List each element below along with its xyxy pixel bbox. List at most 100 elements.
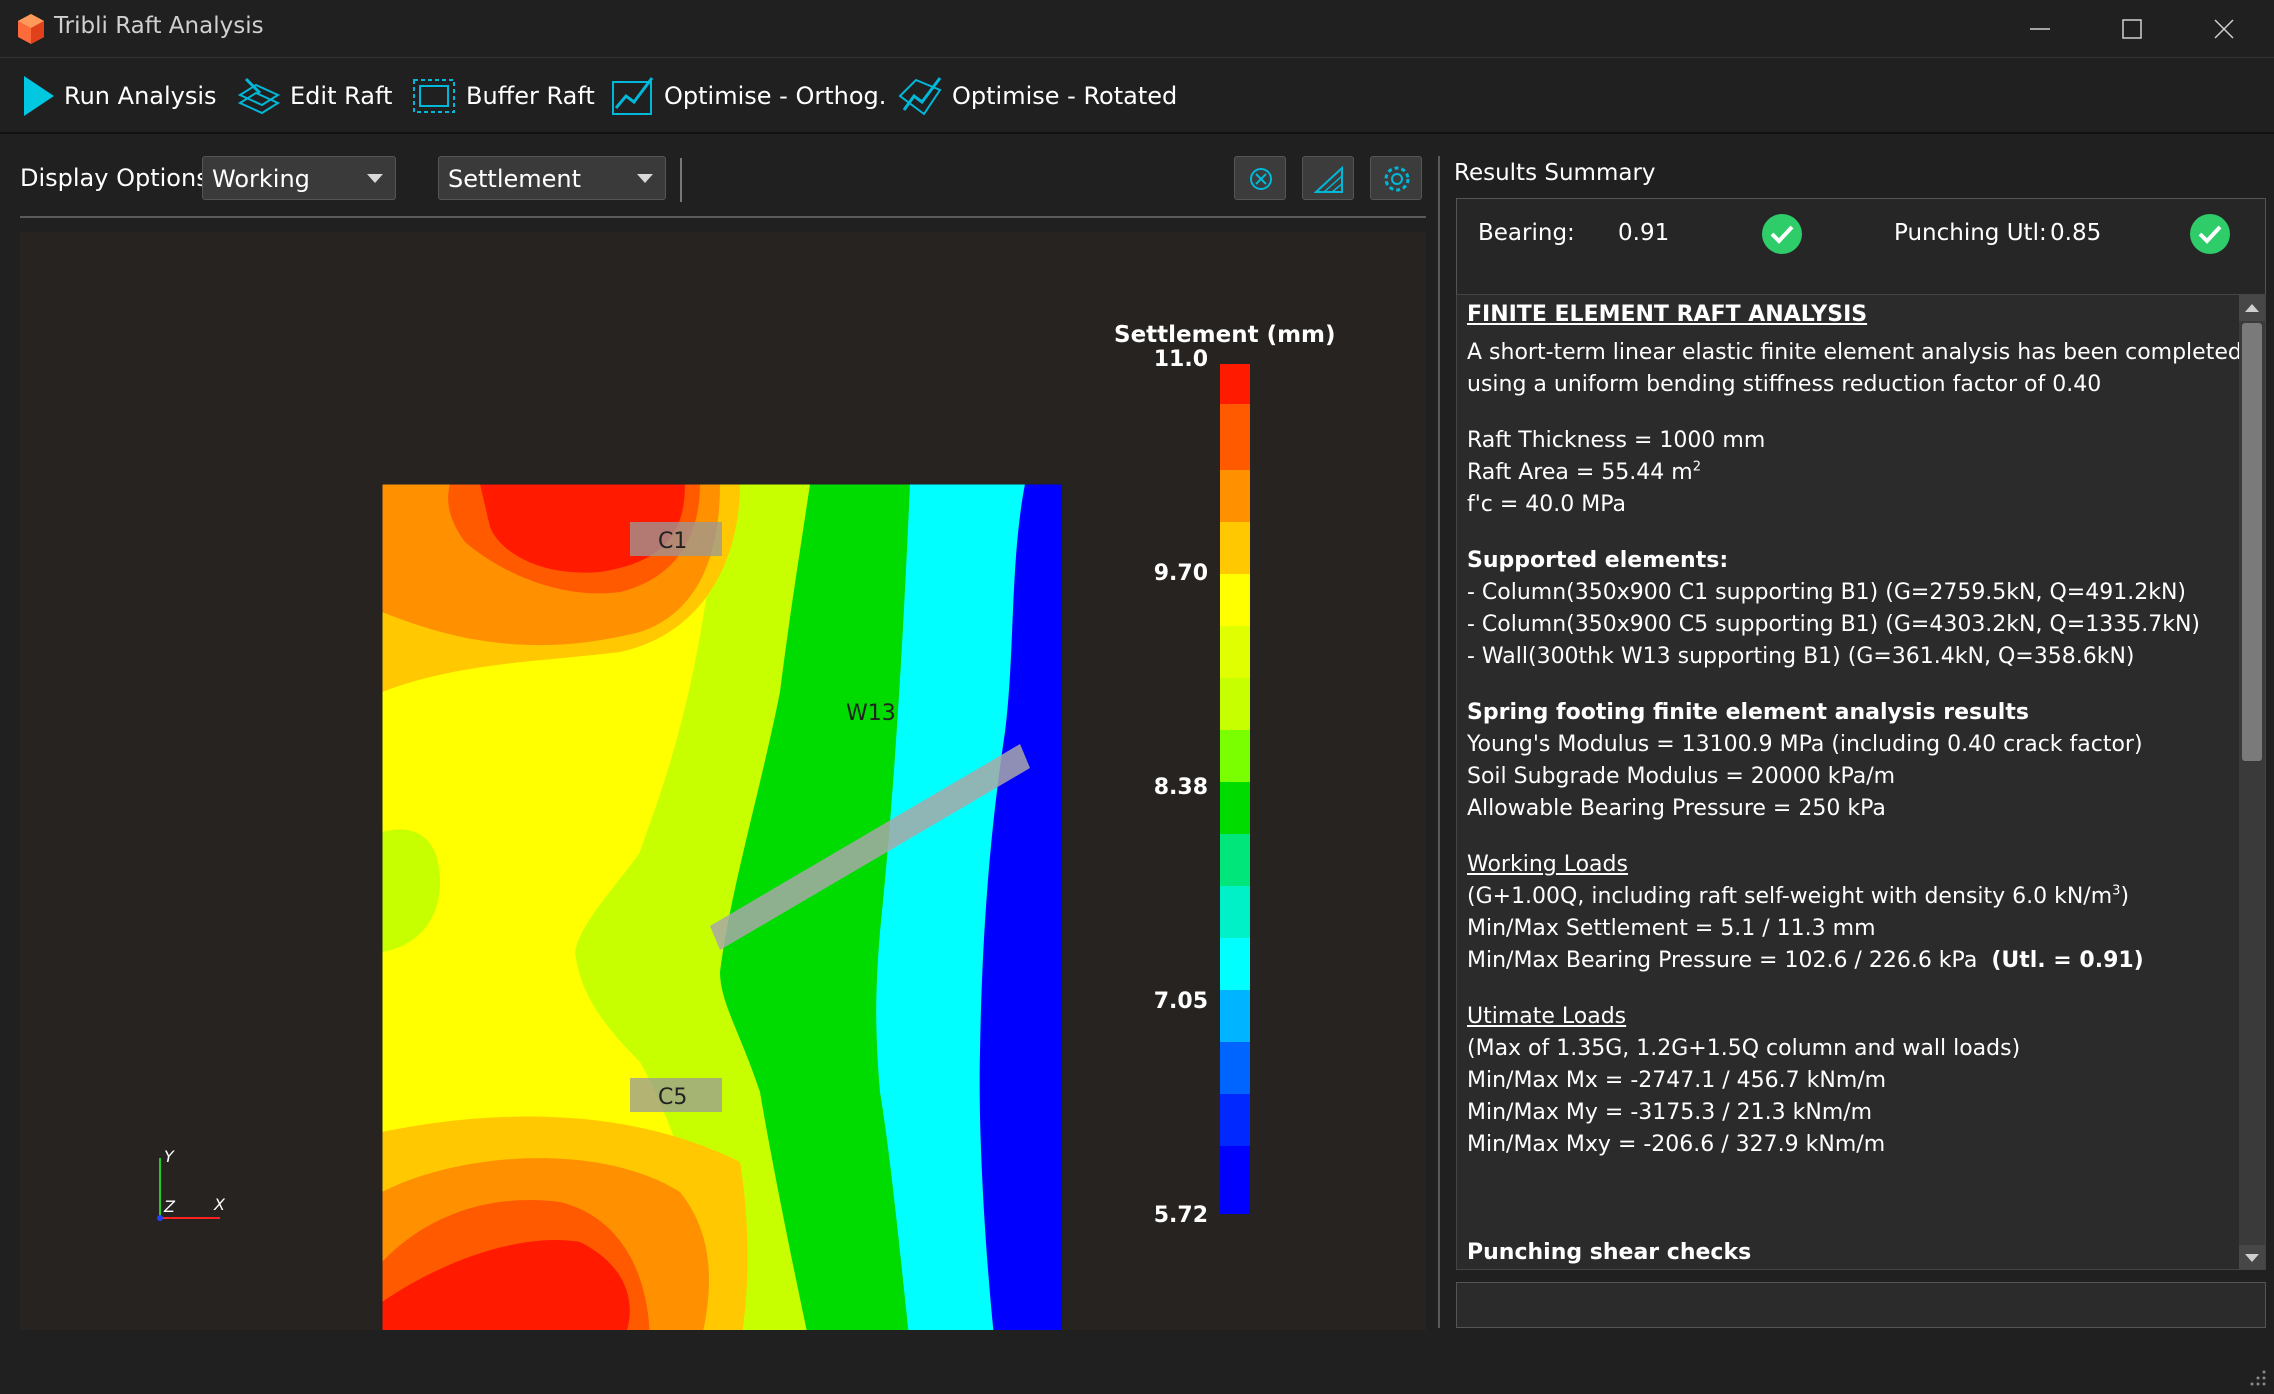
optimise-rotated-button[interactable]: Optimise - Rotated [896, 72, 1177, 120]
optimise-orthog-label: Optimise - Orthog. [664, 82, 887, 110]
ultimate-my: Min/Max My = -3175.3 / 21.3 kNm/m [1467, 1100, 1873, 1125]
punching-value: 0.85 [2050, 220, 2102, 246]
column-c1-label: C1 [658, 529, 687, 554]
report-scrollbar[interactable] [2239, 295, 2265, 1269]
legend-tick: 5.72 [1154, 1203, 1208, 1228]
play-icon [24, 76, 54, 116]
reset-view-icon [1250, 168, 1272, 190]
result-type-dropdown[interactable]: Settlement [438, 156, 666, 200]
reset-view-button[interactable] [1234, 156, 1286, 200]
report-intro-line: using a uniform bending stiffness reduct… [1467, 372, 2102, 397]
buffer-raft-label: Buffer Raft [466, 82, 595, 110]
supported-item: - Column(350x900 C1 supporting B1) (G=27… [1467, 580, 2186, 605]
axis-x-label: X [213, 1195, 226, 1214]
raft-area: Raft Area = 55.44 m2 [1467, 457, 1701, 489]
load-case-dropdown[interactable]: Working [202, 156, 396, 200]
report-text-area[interactable]: FINITE ELEMENT RAFT ANALYSIS A short-ter… [1456, 294, 2266, 1270]
wall-w13-label: W13 [846, 701, 896, 726]
bearing-check-icon [1762, 214, 1802, 254]
edit-raft-icon [237, 77, 281, 115]
title-bar: Tribli Raft Analysis [0, 0, 2274, 58]
mesh-toggle-button[interactable] [1302, 156, 1354, 200]
load-case-value: Working [212, 165, 310, 193]
scroll-thumb[interactable] [2242, 323, 2262, 761]
edit-raft-button[interactable]: Edit Raft [236, 72, 392, 120]
bearing-value: 0.91 [1618, 220, 1670, 246]
legend-tick: 9.70 [1154, 561, 1208, 586]
raft-area-text: Raft Area = 55.44 m [1467, 460, 1693, 485]
working-loads-heading: Working Loads [1467, 852, 1628, 877]
scroll-up-button[interactable] [2239, 295, 2265, 321]
plot-viewport[interactable]: C1 C5 W13 Settlement (mm) 11.0 9.70 8.38… [20, 232, 1426, 1330]
close-icon [2214, 19, 2234, 39]
optimise-rotated-label: Optimise - Rotated [952, 82, 1178, 110]
concrete-strength: f'c = 40.0 MPa [1467, 492, 1627, 517]
display-panel: Display Options Working Settlement C1 C5… [0, 136, 1432, 1330]
window-title: Tribli Raft Analysis [54, 13, 264, 39]
maximize-button[interactable] [2102, 10, 2162, 48]
spring-heading: Spring footing finite element analysis r… [1467, 700, 2029, 725]
punching-heading: Punching shear checks [1467, 1240, 1752, 1265]
settlement-contour-plot: C1 C5 W13 Settlement (mm) 11.0 9.70 8.38… [157, 322, 1336, 1330]
optimise-orthog-button[interactable]: Optimise - Orthog. [610, 72, 886, 120]
edit-raft-label: Edit Raft [290, 82, 393, 110]
optimise-rotated-icon [898, 77, 942, 116]
legend-swatch [1220, 782, 1250, 834]
raft-area-sup: 2 [1692, 459, 1701, 475]
result-type-value: Settlement [448, 165, 582, 193]
axis-z-label: Z [163, 1197, 176, 1216]
raft-thickness: Raft Thickness = 1000 mm [1467, 428, 1766, 453]
allowable-bearing: Allowable Bearing Pressure = 250 kPa [1467, 796, 1886, 821]
command-input[interactable] [1456, 1282, 2266, 1328]
working-bearing: Min/Max Bearing Pressure = 102.6 / 226.6… [1467, 945, 2144, 977]
resize-grip-icon[interactable] [2248, 1368, 2268, 1388]
run-analysis-label: Run Analysis [64, 82, 217, 110]
axis-triad: Y Z X [157, 1147, 226, 1221]
column-c5-label: C5 [658, 1085, 687, 1110]
subgrade-modulus: Soil Subgrade Modulus = 20000 kPa/m [1467, 764, 1896, 789]
contour-bands [382, 484, 1062, 1330]
divider [20, 216, 1426, 218]
chevron-down-icon [637, 174, 653, 183]
minimize-button[interactable] [2010, 10, 2070, 48]
scroll-up-icon [2245, 304, 2259, 312]
legend-swatch [1220, 834, 1250, 886]
results-panel: Results Summary Bearing: 0.91 Punching U… [1442, 136, 2274, 1330]
working-loads-end: ) [2120, 884, 2130, 909]
buffer-raft-button[interactable]: Buffer Raft [410, 72, 595, 120]
maximize-icon [2122, 19, 2142, 39]
settings-button[interactable] [1370, 156, 1422, 200]
legend-swatch [1220, 470, 1250, 522]
panel-divider[interactable] [1438, 156, 1440, 1328]
legend-swatch [1220, 364, 1250, 404]
legend-tick: 8.38 [1154, 775, 1208, 800]
chevron-down-icon [367, 174, 383, 183]
toolbar-separator [680, 158, 682, 202]
report-intro-line: A short-term linear elastic finite eleme… [1467, 340, 2242, 365]
results-summary-title: Results Summary [1454, 160, 1656, 186]
legend-swatch [1220, 1146, 1250, 1214]
close-button[interactable] [2194, 10, 2254, 48]
legend-tick: 7.05 [1154, 989, 1208, 1014]
legend-swatch [1220, 404, 1250, 470]
legend-swatch [1220, 574, 1250, 626]
supported-heading: Supported elements: [1467, 548, 1729, 573]
legend-swatch [1220, 522, 1250, 574]
axis-y-label: Y [164, 1147, 175, 1166]
punching-label: Punching Utl: [1894, 220, 2047, 246]
legend-swatch [1220, 626, 1250, 678]
working-bearing-text: Min/Max Bearing Pressure = 102.6 / 226.6… [1467, 948, 1978, 973]
scroll-down-icon [2245, 1254, 2259, 1262]
minimize-icon [2030, 28, 2050, 30]
legend-color-bar [1220, 364, 1250, 1214]
ultimate-loads-line: (Max of 1.35G, 1.2G+1.5Q column and wall… [1467, 1036, 2021, 1061]
settings-gear-icon [1384, 166, 1410, 192]
working-bearing-util: (Utl. = 0.91) [1991, 948, 2144, 973]
scroll-down-button[interactable] [2239, 1245, 2265, 1269]
ultimate-mxy: Min/Max Mxy = -206.6 / 327.9 kNm/m [1467, 1132, 1886, 1157]
run-analysis-button[interactable]: Run Analysis [20, 72, 217, 120]
ultimate-mx: Min/Max Mx = -2747.1 / 456.7 kNm/m [1467, 1068, 1887, 1093]
supported-item: - Wall(300thk W13 supporting B1) (G=361.… [1467, 644, 2135, 669]
toolbar: Run Analysis Edit Raft Buffer Raft Optim… [0, 58, 2274, 134]
legend-swatch [1220, 938, 1250, 990]
